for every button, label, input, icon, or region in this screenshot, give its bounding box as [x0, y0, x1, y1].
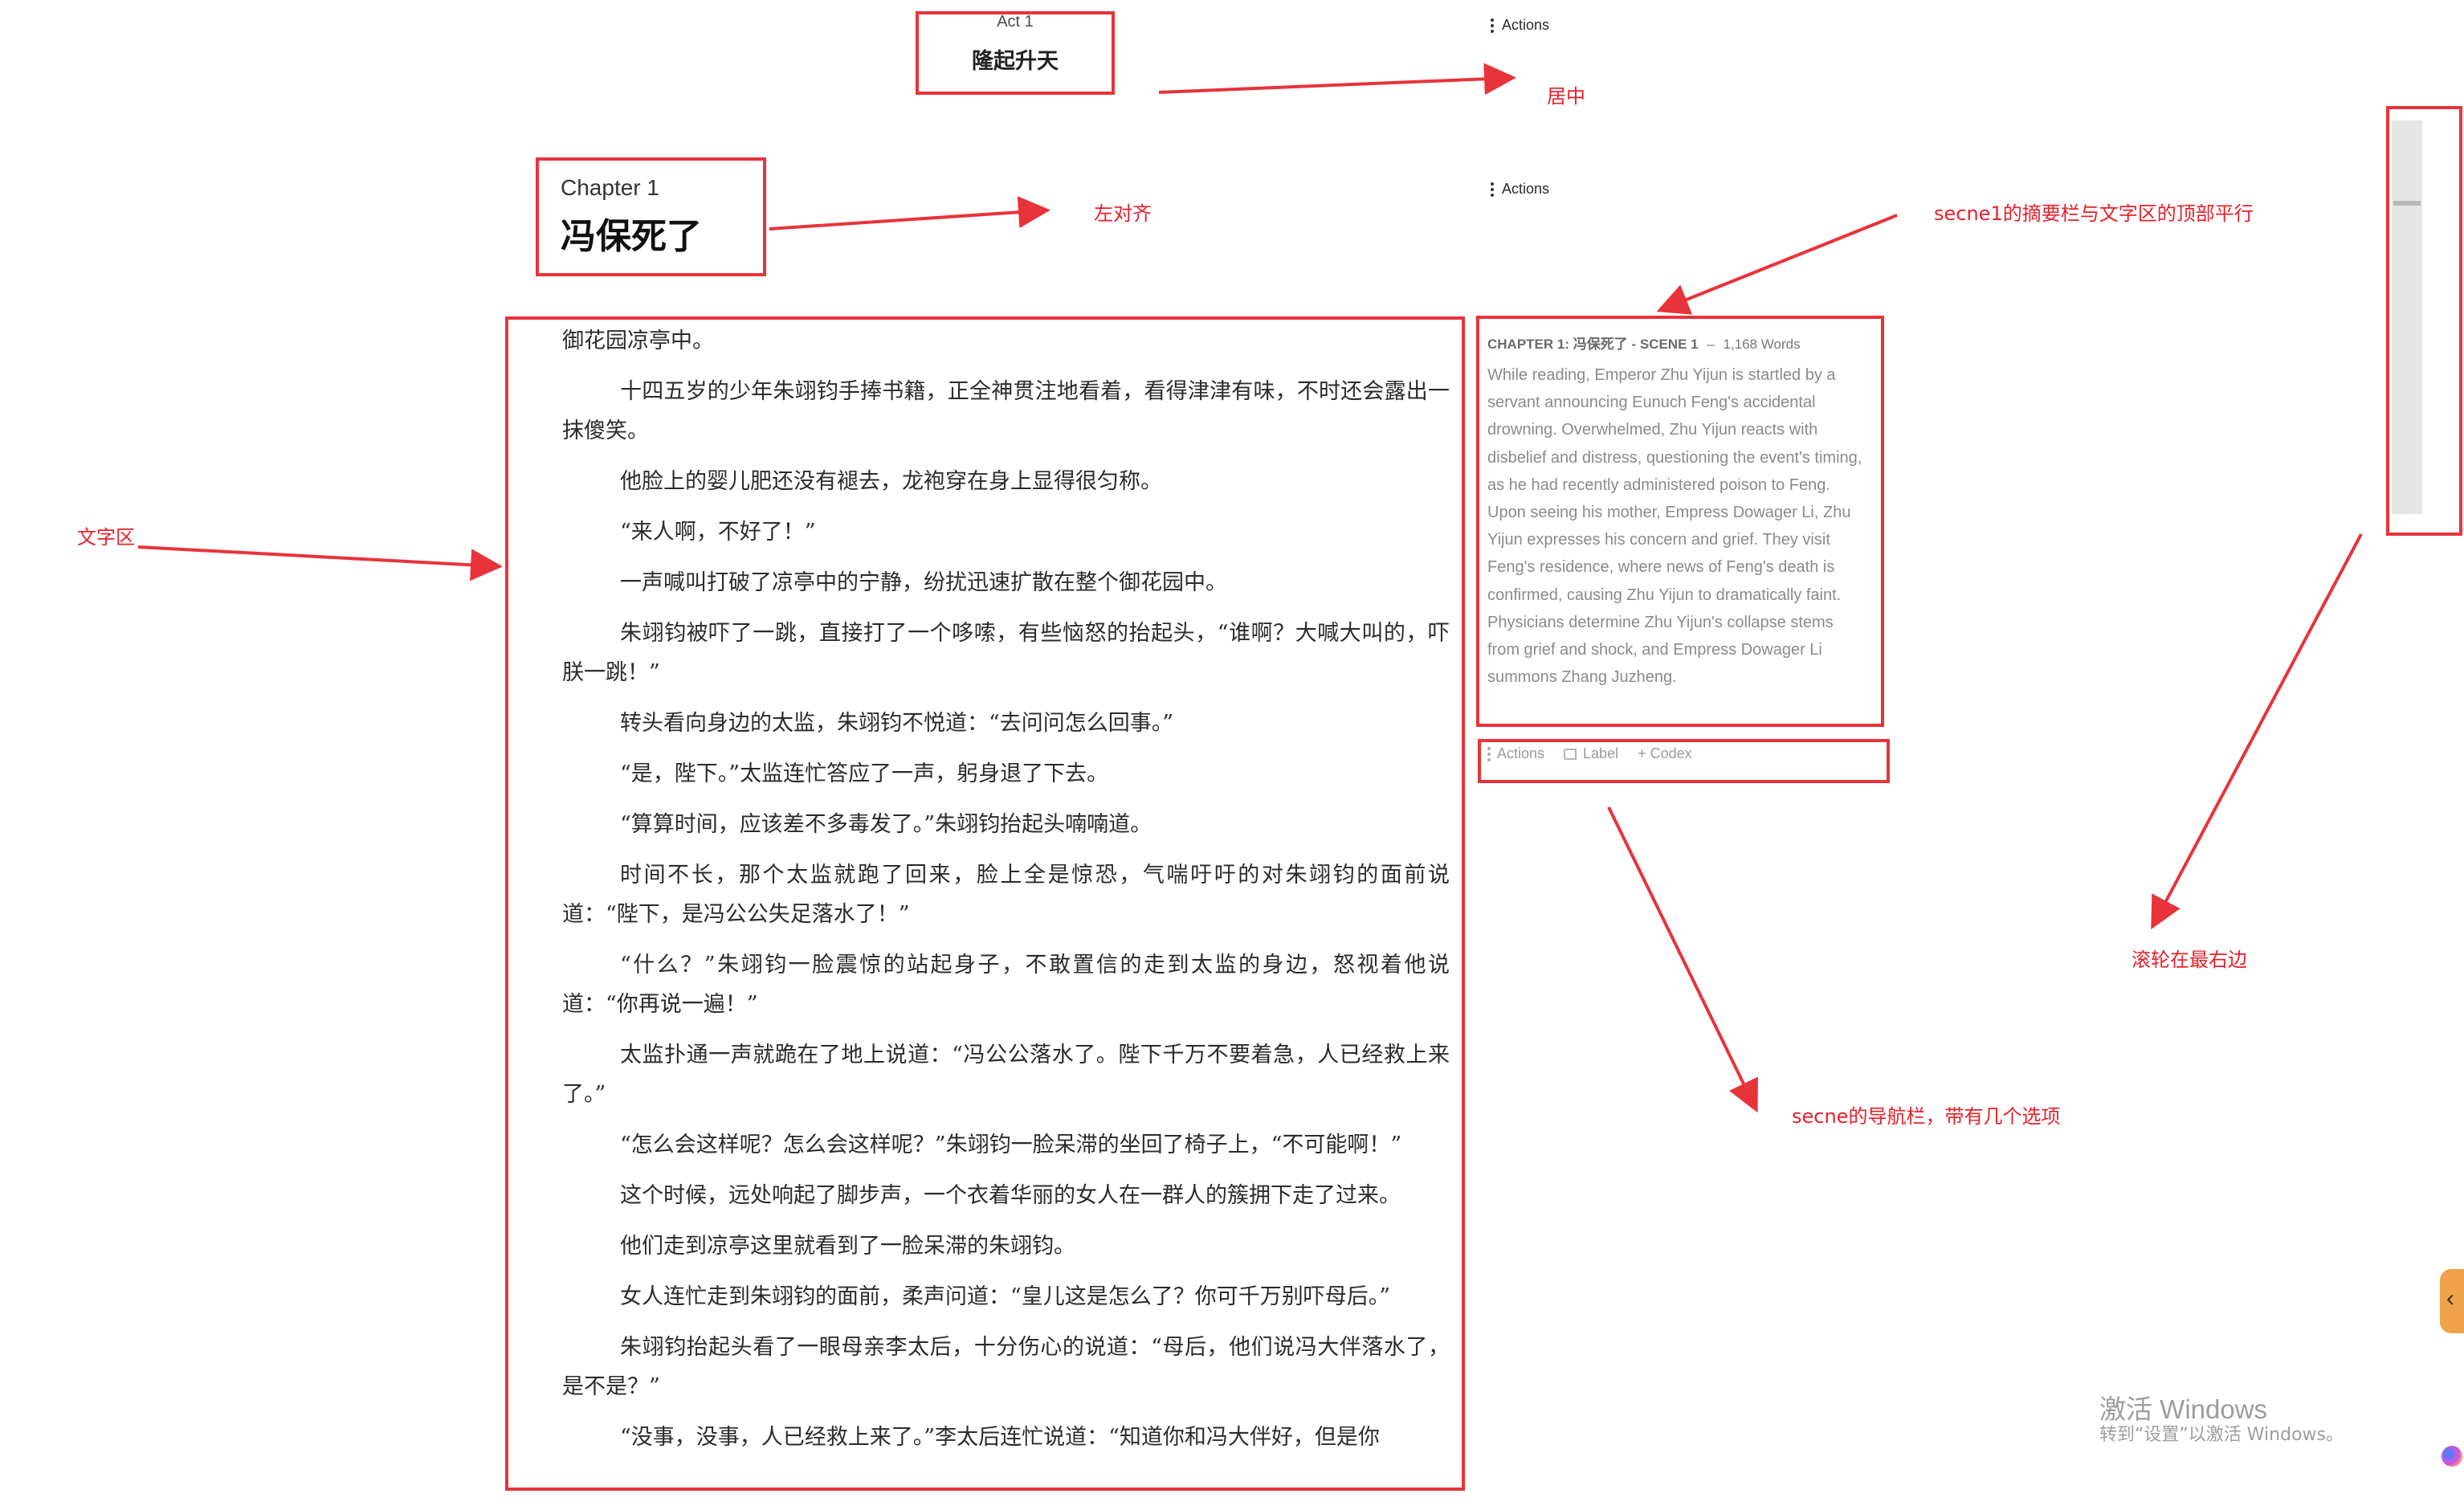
- note-left-align: 左对齐: [1094, 202, 1152, 225]
- arrow-center: [1158, 63, 1516, 96]
- note-scroll-right: 滚轮在最右边: [2132, 949, 2247, 971]
- arrow-scroll: [2151, 533, 2363, 930]
- arrow-text-area: [137, 545, 503, 582]
- annotation-arrows: [137, 63, 2363, 1113]
- note-summary-parallel: secne1的摘要栏与文字区的顶部平行: [1934, 202, 2254, 225]
- note-text-area: 文字区: [77, 526, 135, 549]
- arrow-left-align: [769, 196, 1050, 231]
- arrow-summary: [1656, 214, 1898, 315]
- note-scene-nav: secne的导航栏，带有几个选项: [1792, 1105, 2061, 1128]
- arrow-scene-nav: [1607, 806, 1758, 1113]
- note-center: 居中: [1547, 85, 1585, 108]
